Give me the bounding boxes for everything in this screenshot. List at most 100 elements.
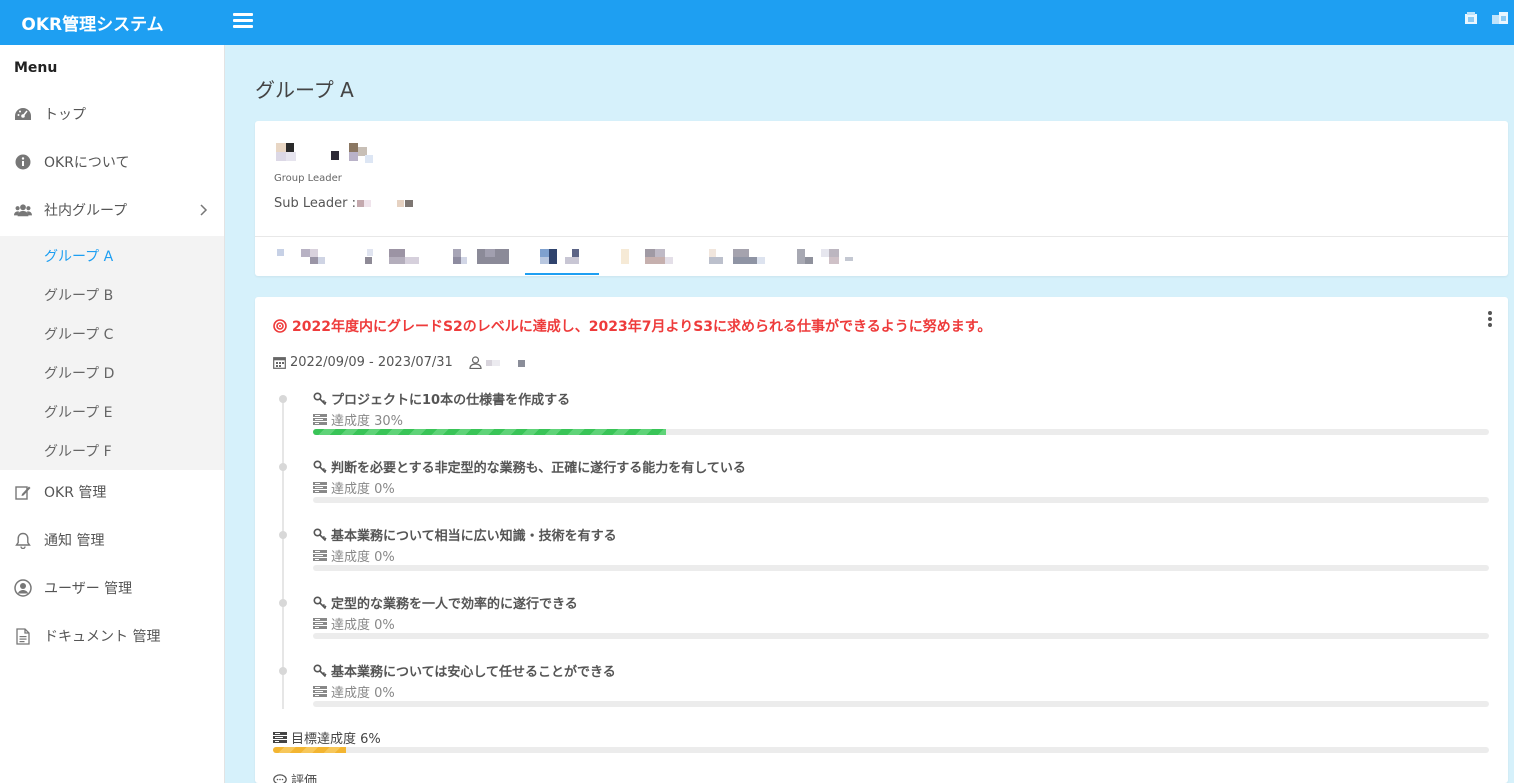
okr-card: 2022年度内にグレードS2のレベルに達成し、2023年7月よりS3に求められる… <box>255 297 1508 783</box>
menu-toggle-icon[interactable] <box>233 10 253 32</box>
key-result-4: 定型的な業務を一人で効率的に遂行できる 達成度 0% <box>255 595 1508 667</box>
key-result-progress-bar <box>313 701 1489 707</box>
key-result-3: 基本業務について相当に広い知識・技術を有する 達成度 0% <box>255 527 1508 599</box>
objective: 2022年度内にグレードS2のレベルに達成し、2023年7月よりS3に求められる… <box>273 316 991 336</box>
key-result-2: 判断を必要とする非定型的な業務も、正確に遂行する能力を有している 達成度 0% <box>255 459 1508 531</box>
sub-leader-name-image <box>357 199 417 209</box>
sidebar: Menu トップ OKRについて 社内グループ グループ A グループ B グル… <box>0 45 225 783</box>
key-result-5: 基本業務については安心して任せることができる 達成度 0% <box>255 663 1508 735</box>
key-result-progress-label: 達成度 0% <box>313 614 395 633</box>
sidebar-item-top[interactable]: トップ <box>0 94 224 134</box>
sidebar-item-label: トップ <box>44 107 86 123</box>
sidebar-item-group-c[interactable]: グループ C <box>0 314 224 353</box>
sidebar-item-group-d[interactable]: グループ D <box>0 353 224 392</box>
member-tab-7[interactable] <box>771 237 857 275</box>
top-navbar: OKR管理システム <box>0 0 1514 45</box>
key-result-title: プロジェクトに10本の仕様書を作成する <box>313 389 570 408</box>
group-icon <box>14 201 32 219</box>
key-icon <box>313 595 327 609</box>
key-result-title: 判断を必要とする非定型的な業務も、正確に遂行する能力を有している <box>313 457 746 476</box>
tasks-icon <box>273 732 287 743</box>
sidebar-item-label: ユーザー 管理 <box>44 581 133 597</box>
timeline-dot <box>279 599 287 607</box>
edit-icon <box>14 483 32 501</box>
member-tab-2[interactable] <box>347 237 437 275</box>
sidebar-item-group-b[interactable]: グループ B <box>0 275 224 314</box>
key-icon <box>313 663 327 677</box>
period-text: 2022/09/09 - 2023/07/31 <box>290 355 453 370</box>
member-tab-1[interactable] <box>255 237 347 275</box>
group-leader-label: Group Leader <box>274 173 342 184</box>
sidebar-item-group-e[interactable]: グループ E <box>0 392 224 431</box>
key-result-title: 基本業務については安心して任せることができる <box>313 661 616 680</box>
member-tab-6[interactable] <box>685 237 771 275</box>
notification-icon[interactable] <box>1464 11 1478 25</box>
timeline-dot <box>279 667 287 675</box>
sidebar-item-group-f[interactable]: グループ F <box>0 431 224 470</box>
tasks-icon <box>313 686 327 697</box>
period: 2022/09/09 - 2023/07/31 <box>273 355 530 370</box>
user-icon <box>469 356 482 369</box>
sidebar-item-group-a[interactable]: グループ A <box>0 236 224 275</box>
sidebar-item-okr-management[interactable]: OKR 管理 <box>0 472 224 512</box>
key-icon <box>313 391 327 405</box>
tasks-icon <box>313 414 327 425</box>
member-tab-4-active[interactable] <box>525 237 599 275</box>
sidebar-item-label: OKR 管理 <box>44 485 107 501</box>
goal-progress-bar <box>273 747 1489 753</box>
key-icon <box>313 527 327 541</box>
sidebar-item-about-okr[interactable]: OKRについて <box>0 142 224 182</box>
key-result-progress-bar <box>313 565 1489 571</box>
key-result-progress-bar <box>313 497 1489 503</box>
info-icon <box>14 153 32 171</box>
sidebar-item-label: ドキュメント 管理 <box>44 629 161 645</box>
progress-fill <box>313 429 666 435</box>
key-result-progress-label: 達成度 0% <box>313 682 395 701</box>
more-options-icon[interactable] <box>1487 310 1493 328</box>
sidebar-item-label: OKRについて <box>44 155 130 171</box>
user-circle-icon <box>14 579 32 597</box>
goal-achievement-label: 目標達成度 6% <box>273 728 381 747</box>
chevron-right-icon <box>200 204 208 216</box>
app-title[interactable]: OKR管理システム <box>0 0 225 45</box>
key-result-progress-bar <box>313 429 1489 435</box>
group-leader-avatar <box>276 143 298 161</box>
fullscreen-icon[interactable] <box>1492 11 1508 25</box>
sub-leader-label: Sub Leader : <box>274 196 356 211</box>
bell-icon <box>14 531 32 549</box>
member-tab-3[interactable] <box>437 237 525 275</box>
key-result-progress-bar <box>313 633 1489 639</box>
calendar-icon <box>273 357 286 369</box>
member-tab-5[interactable] <box>599 237 685 275</box>
key-result-1: プロジェクトに10本の仕様書を作成する 達成度 30% <box>255 391 1508 463</box>
timeline-dot <box>279 395 287 403</box>
comment-icon <box>273 773 287 783</box>
tasks-icon <box>313 550 327 561</box>
key-result-progress-label: 達成度 0% <box>313 546 395 565</box>
sidebar-item-label: 社内グループ <box>44 203 128 219</box>
key-result-progress-label: 達成度 0% <box>313 478 395 497</box>
goal-progress-fill <box>273 747 346 753</box>
owner-name-image <box>485 358 530 368</box>
tasks-icon <box>313 482 327 493</box>
sidebar-item-user-management[interactable]: ユーザー 管理 <box>0 568 224 608</box>
timeline-dot <box>279 531 287 539</box>
key-result-progress-label: 達成度 30% <box>313 410 403 429</box>
evaluation[interactable]: 評価 <box>273 770 317 783</box>
tasks-icon <box>313 618 327 629</box>
key-result-title: 基本業務について相当に広い知識・技術を有する <box>313 525 617 544</box>
target-icon <box>273 319 287 333</box>
sidebar-item-notification-management[interactable]: 通知 管理 <box>0 520 224 560</box>
sidebar-item-document-management[interactable]: ドキュメント 管理 <box>0 616 224 656</box>
sidebar-item-groups[interactable]: 社内グループ <box>0 190 224 230</box>
document-icon <box>14 627 32 645</box>
leader-card: Group Leader Sub Leader : <box>255 121 1508 276</box>
dashboard-icon <box>14 105 32 123</box>
group-leader-name-image <box>331 143 375 165</box>
timeline-dot <box>279 463 287 471</box>
objective-text: 2022年度内にグレードS2のレベルに達成し、2023年7月よりS3に求められる… <box>292 319 992 335</box>
page-title: グループ A <box>255 78 354 102</box>
key-result-title: 定型的な業務を一人で効率的に遂行できる <box>313 593 578 612</box>
sidebar-item-label: 通知 管理 <box>44 533 105 549</box>
menu-title: Menu <box>14 60 58 76</box>
